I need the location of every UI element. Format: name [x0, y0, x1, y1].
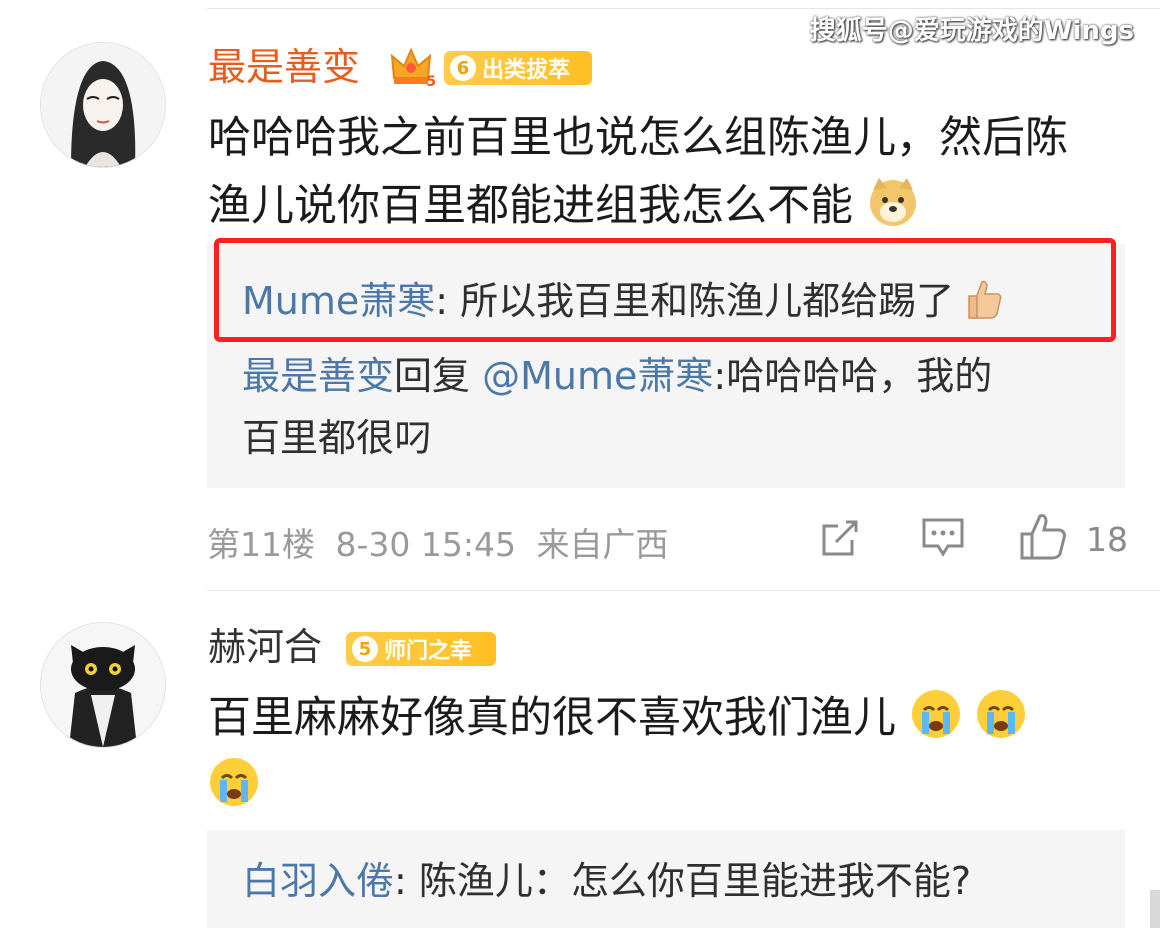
crying-emoji — [208, 756, 260, 808]
reply-text-line1: :哈哈哈哈，我的 — [713, 354, 993, 398]
like-count: 18 — [1086, 520, 1128, 559]
scrollbar[interactable] — [1150, 890, 1160, 928]
reply-text: 陈渔儿：怎么你百里能进我不能? — [418, 859, 972, 903]
username[interactable]: 赫河合 — [208, 628, 322, 666]
comment-text-line1: 哈哈哈我之前百里也说怎么组陈渔儿，然后陈 — [208, 113, 1068, 163]
crown-level-icon: 5 — [388, 44, 436, 90]
fan-badge[interactable]: 6 出类拔萃 — [444, 51, 592, 85]
avatar[interactable] — [40, 622, 166, 748]
comment-text-line1: 百里麻麻好像真的很不喜欢我们渔儿 — [208, 693, 896, 743]
fan-badge-level: 6 — [450, 55, 476, 81]
reply-separator: : — [394, 859, 419, 903]
floor-number: 第11楼 — [207, 525, 315, 564]
reply-icon[interactable] — [920, 516, 966, 564]
comment-text: 哈哈哈我之前百里也说怎么组陈渔儿，然后陈 渔儿说你百里都能进组我怎么不能 — [208, 104, 1138, 240]
crown-level-number: 5 — [426, 74, 436, 90]
comment-divider — [207, 590, 1160, 591]
like-icon[interactable] — [1018, 512, 1068, 566]
reply-author[interactable]: 最是善变 — [242, 354, 394, 398]
reply-item[interactable]: 白羽入倦: 陈渔儿：怎么你百里能进我不能? — [242, 850, 971, 912]
comment-meta: 第11楼 8-30 15:45 来自广西 — [207, 518, 669, 566]
top-divider — [207, 8, 1160, 9]
reply-mention[interactable]: @Mume萧寒 — [482, 354, 713, 398]
crying-emoji — [975, 688, 1027, 740]
comment-text: 百里麻麻好像真的很不喜欢我们渔儿 — [208, 684, 1108, 820]
comment-datetime: 8-30 15:45 — [335, 525, 517, 564]
highlight-box — [214, 238, 1116, 342]
fan-badge-title: 出类拔萃 — [482, 58, 571, 83]
reply-text-line2: 百里都很叼 — [242, 416, 433, 460]
fan-badge[interactable]: 5 师门之幸 — [346, 632, 496, 666]
reply-author[interactable]: 白羽入倦 — [242, 859, 394, 903]
reply-action: 回复 — [394, 354, 471, 398]
avatar[interactable] — [40, 42, 166, 168]
watermark: 搜狐号@爱玩游戏的Wings — [809, 16, 1134, 46]
reply-item[interactable]: 最是善变回复 @Mume萧寒:哈哈哈哈，我的 — [242, 345, 992, 407]
fan-badge-title: 师门之幸 — [384, 639, 473, 664]
doge-emoji — [867, 176, 919, 228]
share-icon[interactable] — [818, 516, 862, 564]
username[interactable]: 最是善变 — [208, 48, 360, 86]
crying-emoji — [910, 688, 962, 740]
fan-badge-level: 5 — [352, 636, 378, 662]
comment-text-line2: 渔儿说你百里都能进组我怎么不能 — [208, 181, 853, 231]
comment-location: 来自广西 — [536, 525, 669, 564]
